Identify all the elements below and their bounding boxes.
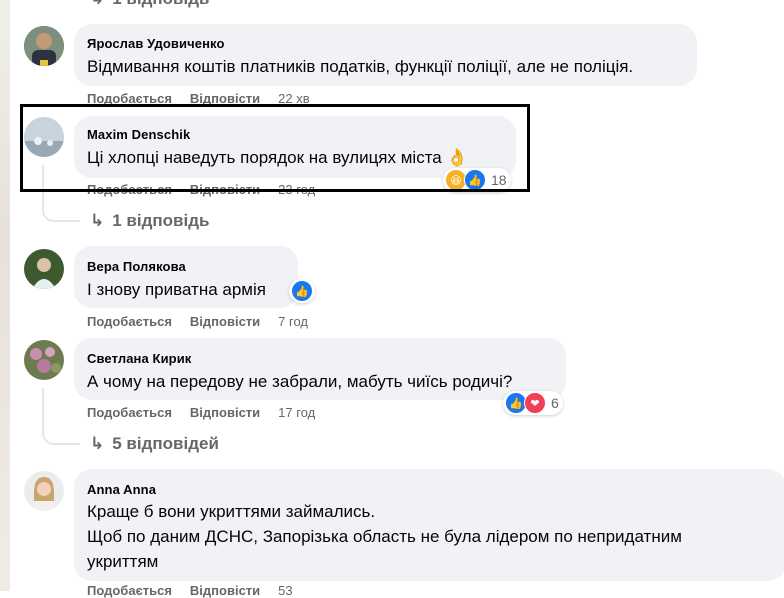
comment-actions: Подобається Відповісти 17 год: [87, 405, 315, 420]
comment-author[interactable]: Anna Anna: [87, 482, 156, 497]
comment-text: Щоб по даним ДСНС, Запорізька область не…: [87, 527, 682, 546]
comment-text: укриттям: [87, 552, 159, 571]
avatar[interactable]: [24, 249, 64, 289]
view-replies-link-top[interactable]: ↳ 1 відповідь: [90, 0, 209, 9]
reactions-summary[interactable]: 👍: [289, 279, 315, 303]
thread-line: [42, 388, 80, 445]
comment-time[interactable]: 7 год: [278, 314, 308, 329]
avatar[interactable]: [24, 26, 64, 66]
reply-button[interactable]: Відповісти: [190, 314, 260, 329]
comment-text: А чому на передову не забрали, мабуть чи…: [87, 372, 513, 391]
replies-label: 1 відповідь: [112, 0, 209, 8]
comment-text: Відмивання коштів платників податків, фу…: [87, 57, 634, 76]
comment-actions: Подобається Відповісти 7 год: [87, 314, 308, 329]
left-edge-strip: [0, 0, 10, 591]
reactions-summary[interactable]: 👍 ❤ 6: [503, 391, 563, 415]
view-replies-link[interactable]: ↳ 5 відповідей: [90, 434, 219, 454]
like-icon: 👍: [291, 280, 313, 302]
like-button[interactable]: Подобається: [87, 314, 172, 329]
comment-time[interactable]: 17 год: [278, 405, 315, 420]
highlight-box: [20, 104, 530, 192]
comment-author[interactable]: Ярослав Удовиченко: [87, 36, 225, 51]
reply-button[interactable]: Відповісти: [190, 405, 260, 420]
reply-arrow-icon: ↳: [90, 211, 105, 230]
comment-text: І знову приватна армія: [87, 280, 266, 299]
love-icon: ❤: [524, 392, 546, 414]
replies-label: 5 відповідей: [112, 434, 219, 453]
comment-text: Краще б вони укриттями займались.: [87, 502, 376, 521]
like-button[interactable]: Подобається: [87, 405, 172, 420]
reply-arrow-icon: ↳: [90, 434, 105, 453]
reply-arrow-icon: ↳: [90, 0, 104, 9]
comment-author[interactable]: Вера Полякова: [87, 259, 186, 274]
replies-label: 1 відповідь: [112, 211, 210, 230]
comment-author[interactable]: Светлана Кирик: [87, 351, 191, 366]
reaction-count: 6: [551, 395, 559, 411]
view-replies-link[interactable]: ↳ 1 відповідь: [90, 211, 209, 231]
avatar[interactable]: [24, 340, 64, 380]
avatar[interactable]: [24, 471, 64, 511]
